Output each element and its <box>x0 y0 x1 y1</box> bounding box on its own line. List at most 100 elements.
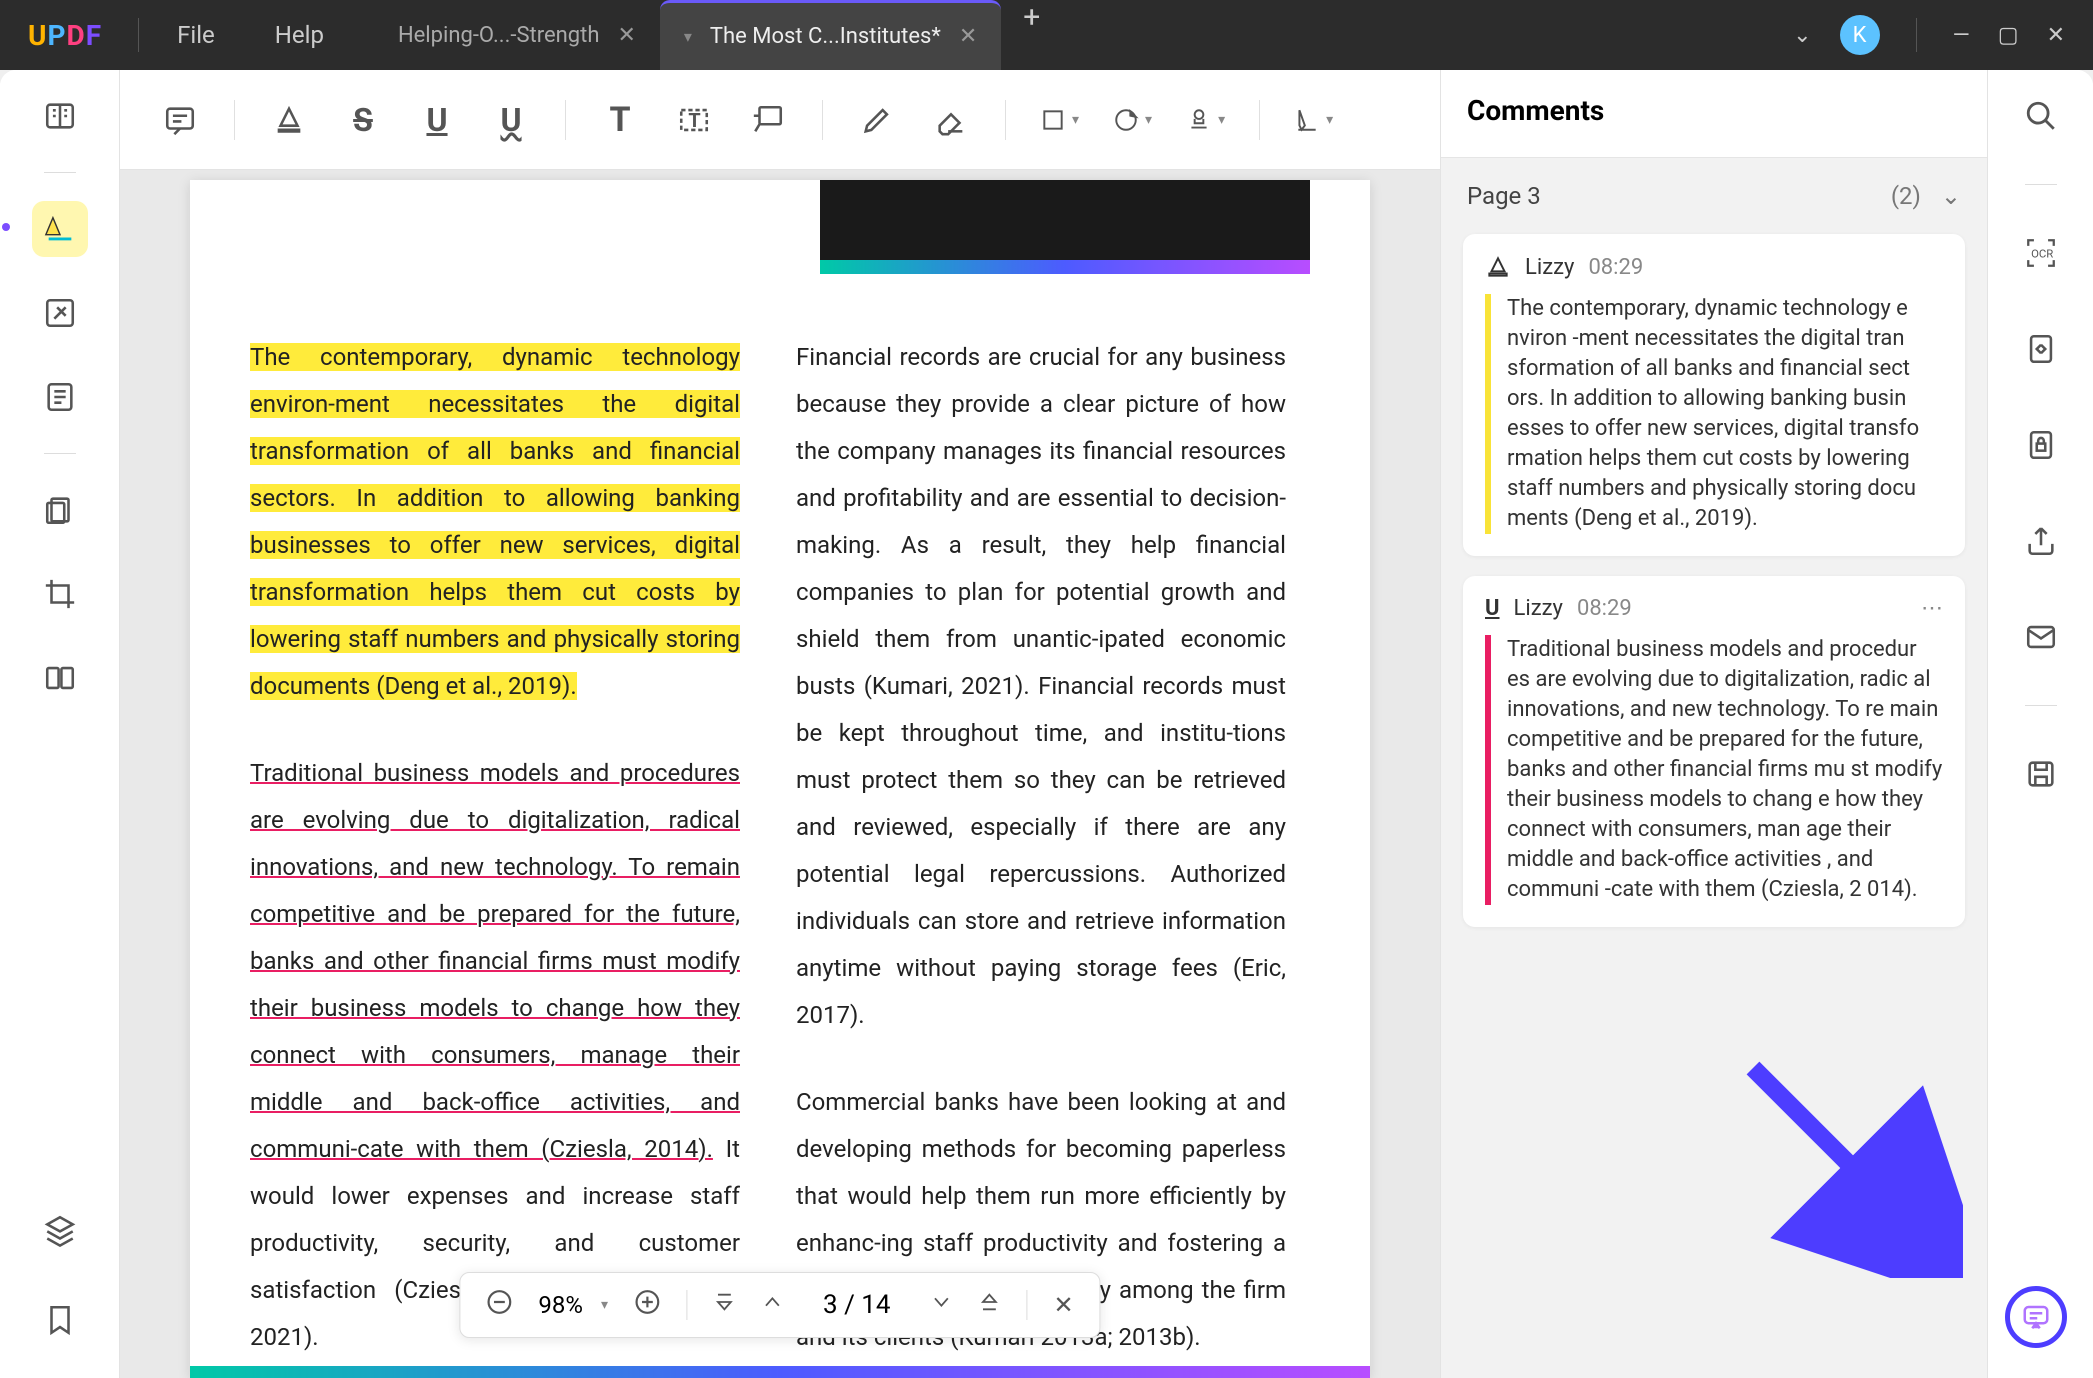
app-logo: UPDF <box>0 19 130 52</box>
comment-time: 08:29 <box>1588 255 1643 280</box>
close-pager-button[interactable]: ✕ <box>1053 1291 1073 1319</box>
annotate-mode-button[interactable] <box>32 201 88 257</box>
divider <box>234 100 235 140</box>
close-icon[interactable]: ✕ <box>959 24 977 49</box>
share-button[interactable] <box>2013 513 2069 569</box>
document-page: The contemporary, dynamic technology env… <box>190 180 1370 1378</box>
zoom-out-button[interactable] <box>486 1289 512 1321</box>
comment-text: Traditional business models and procedur… <box>1485 635 1943 905</box>
tab-active[interactable]: ▾ The Most C...Institutes* ✕ <box>660 0 1001 70</box>
underlined-text[interactable]: Traditional business models and procedur… <box>250 759 740 1163</box>
column-right: Financial records are crucial for any bu… <box>796 334 1286 1361</box>
chevron-down-icon[interactable]: ▾ <box>684 27 692 46</box>
image-placeholder <box>820 180 1310 260</box>
underline-icon: U <box>1485 596 1500 621</box>
protect-button[interactable] <box>2013 417 2069 473</box>
comment-text: The contemporary, dynamic technology e n… <box>1485 294 1943 534</box>
prev-page-button[interactable] <box>761 1291 783 1319</box>
chevron-down-icon[interactable]: ⌄ <box>1941 182 1961 210</box>
comments-panel: Comments Page 3 (2)⌄ Lizzy 08:29 The con… <box>1440 70 1987 1378</box>
divider <box>686 1290 687 1320</box>
chevron-down-icon: ▾ <box>1145 112 1152 128</box>
ocr-button[interactable]: OCR <box>2013 225 2069 281</box>
textbox-tool[interactable]: T <box>674 100 714 140</box>
menu-help[interactable]: Help <box>245 21 354 49</box>
close-button[interactable]: ✕ <box>2047 23 2065 48</box>
comment-count: (2) <box>1891 182 1921 210</box>
svg-text:T: T <box>688 109 700 132</box>
convert-button[interactable] <box>2013 321 2069 377</box>
last-page-button[interactable] <box>978 1291 1000 1319</box>
compare-button[interactable] <box>32 650 88 706</box>
bookmark-button[interactable] <box>32 1292 88 1348</box>
column-left: The contemporary, dynamic technology env… <box>250 334 740 1361</box>
text-tool[interactable]: T <box>600 100 640 140</box>
comment-time: 08:29 <box>1577 596 1632 621</box>
more-icon[interactable]: ⋯ <box>1921 596 1943 621</box>
underline-tool[interactable]: U <box>417 100 457 140</box>
gradient-bar <box>190 1366 1370 1378</box>
divider <box>138 18 139 52</box>
page-label: Page 3 <box>1467 182 1541 210</box>
layers-button[interactable] <box>32 1202 88 1258</box>
divider <box>1259 100 1260 140</box>
app-body: S U U T T ▾ ▾ ▾ ▾ The contemporary, dyna… <box>0 70 2093 1378</box>
highlight-icon <box>1485 254 1511 280</box>
divider <box>565 100 566 140</box>
organize-mode-button[interactable] <box>32 369 88 425</box>
divider <box>2025 705 2057 706</box>
pages-panel-button[interactable] <box>32 482 88 538</box>
chevron-down-icon: ▾ <box>601 1297 608 1313</box>
comment-tool[interactable] <box>160 100 200 140</box>
strikethrough-tool[interactable]: S <box>343 100 383 140</box>
svg-text:OCR: OCR <box>2031 246 2053 260</box>
page-indicator[interactable]: 3 / 14 <box>809 1290 905 1320</box>
reader-mode-button[interactable] <box>32 88 88 144</box>
first-page-button[interactable] <box>713 1291 735 1319</box>
tab-inactive[interactable]: Helping-O...-Strength ✕ <box>374 0 660 70</box>
ai-chat-button[interactable] <box>2005 1286 2067 1348</box>
zoom-in-button[interactable] <box>634 1289 660 1321</box>
close-icon[interactable]: ✕ <box>617 23 635 48</box>
gradient-bar <box>820 260 1310 274</box>
right-rail: OCR <box>1987 70 2093 1378</box>
sticker-tool[interactable]: ▾ <box>1113 107 1152 133</box>
zoom-value: 98% <box>538 1291 583 1319</box>
callout-tool[interactable] <box>748 100 788 140</box>
search-button[interactable] <box>2013 88 2069 144</box>
squiggly-tool[interactable]: U <box>491 100 531 140</box>
next-page-button[interactable] <box>930 1291 952 1319</box>
titlebar-right: ⌄ K — ▢ ✕ <box>1793 15 2093 55</box>
avatar[interactable]: K <box>1840 15 1880 55</box>
email-button[interactable] <box>2013 609 2069 665</box>
stamp-tool[interactable]: ▾ <box>1186 107 1225 133</box>
comment-author: Lizzy <box>1525 255 1574 280</box>
highlight-tool[interactable] <box>269 100 309 140</box>
shape-tool[interactable]: ▾ <box>1040 107 1079 133</box>
save-button[interactable] <box>2013 746 2069 802</box>
tab-title: The Most C...Institutes* <box>710 24 941 49</box>
comment-card[interactable]: U Lizzy 08:29 ⋯ Traditional business mod… <box>1463 576 1965 927</box>
minimize-button[interactable]: — <box>1953 23 1970 48</box>
chevron-down-icon: ▾ <box>1072 112 1079 128</box>
eraser-tool[interactable] <box>931 100 971 140</box>
highlighted-text[interactable]: The contemporary, dynamic technology env… <box>250 343 740 700</box>
comment-card[interactable]: Lizzy 08:29 The contemporary, dynamic te… <box>1463 234 1965 556</box>
tab-strip: Helping-O...-Strength ✕ ▾ The Most C...I… <box>374 0 1062 70</box>
divider <box>1005 100 1006 140</box>
divider <box>1916 18 1917 52</box>
crop-button[interactable] <box>32 566 88 622</box>
chevron-down-icon[interactable]: ⌄ <box>1793 23 1811 48</box>
edit-mode-button[interactable] <box>32 285 88 341</box>
document-viewport[interactable]: The contemporary, dynamic technology env… <box>120 170 1440 1378</box>
divider <box>44 172 76 173</box>
comments-page-header[interactable]: Page 3 (2) ⌄ <box>1441 158 1987 234</box>
add-tab-button[interactable]: + <box>1001 0 1062 70</box>
page-controls: 98% ▾ 3 / 14 ✕ <box>459 1272 1100 1338</box>
zoom-select[interactable]: 98% ▾ <box>538 1291 608 1319</box>
pencil-tool[interactable] <box>857 100 897 140</box>
menu-file[interactable]: File <box>147 21 245 49</box>
signature-tool[interactable]: ▾ <box>1294 107 1333 133</box>
active-indicator <box>2 223 10 231</box>
maximize-button[interactable]: ▢ <box>1998 23 2019 48</box>
